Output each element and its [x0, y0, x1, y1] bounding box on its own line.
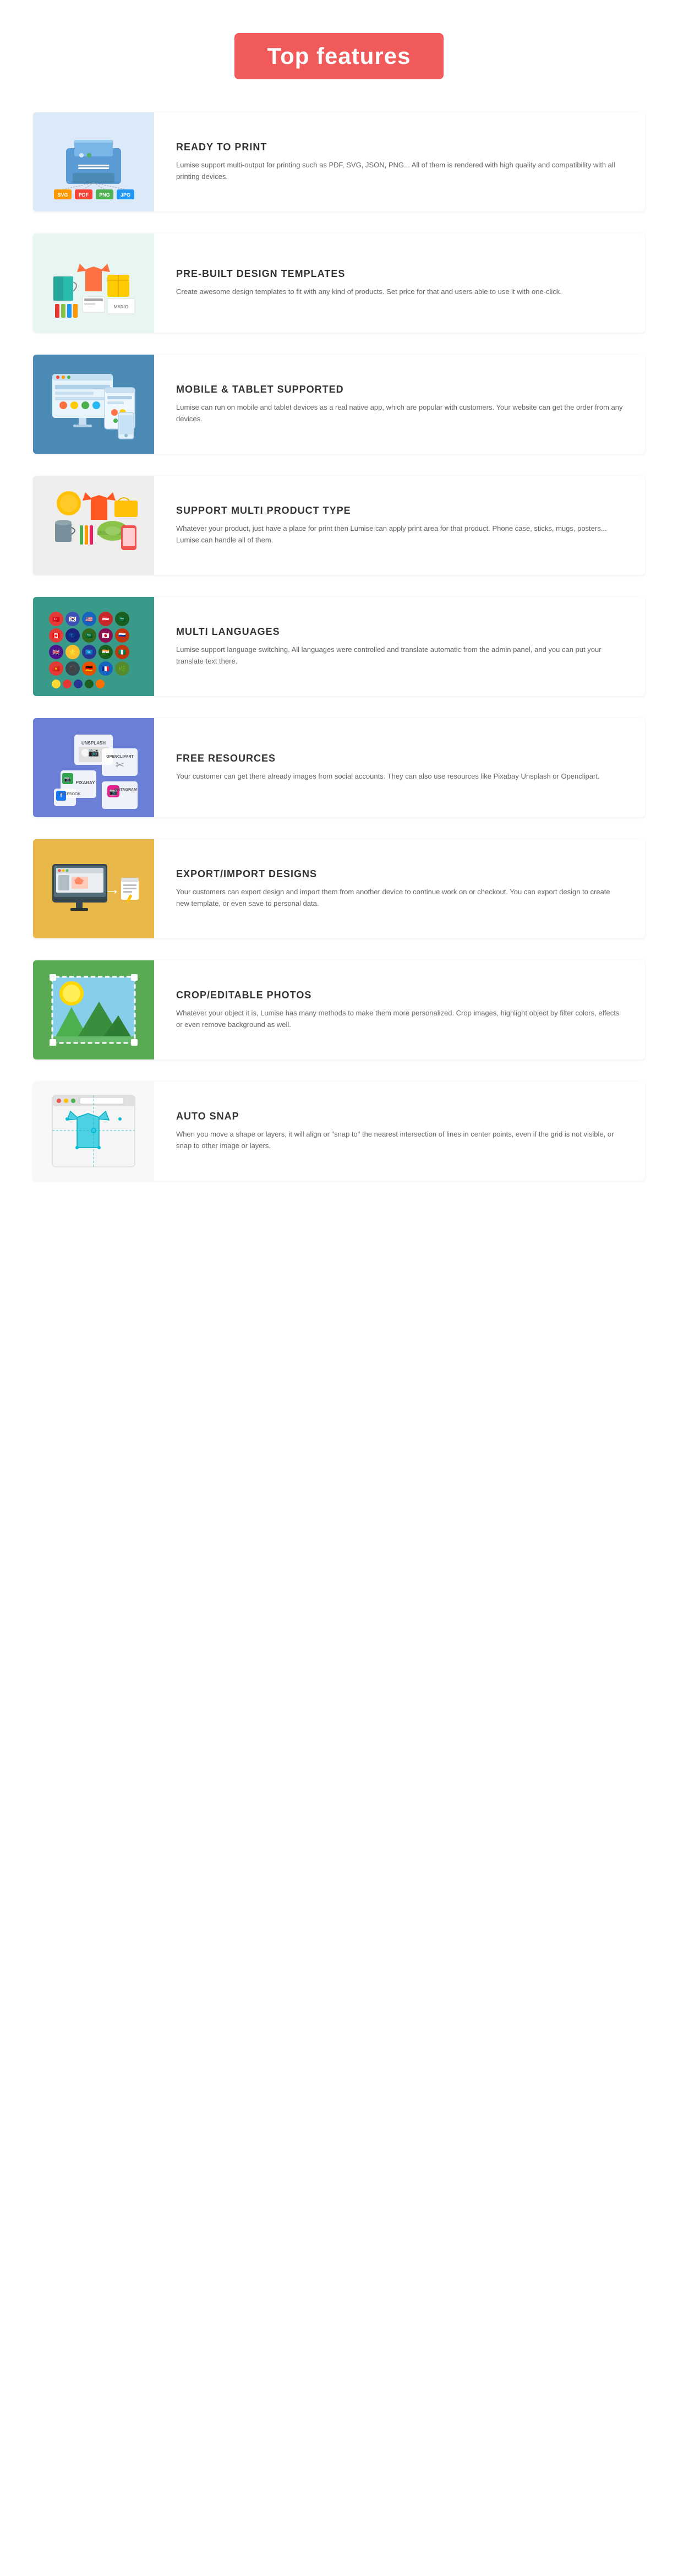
printer-illustration: SVG PDF PNG JPG [44, 118, 143, 206]
page-wrapper: Top features [0, 0, 678, 1236]
feature-image-templates: MARIO [33, 233, 154, 333]
feature-title: SUPPORT MULTI PRODUCT TYPE [176, 505, 623, 517]
snap-illustration [44, 1087, 143, 1175]
svg-text:🇩🇪: 🇩🇪 [85, 665, 93, 672]
svg-text:PDF: PDF [79, 192, 89, 198]
svg-text:✂: ✂ [116, 759, 125, 771]
feature-image-products [33, 476, 154, 575]
feature-content-snap: AUTO SNAP When you move a shape or layer… [154, 1094, 645, 1169]
svg-text:PNG: PNG [99, 192, 110, 198]
feature-title: EXPORT/IMPORT DESIGNS [176, 868, 623, 880]
feature-content-ready-to-print: READY TO PRINT Lumise support multi-outp… [154, 125, 645, 199]
feature-image-languages: 🇹🇷 🇰🇷 🇺🇸 🇦🇹 🇸🇦 🇨🇦 🇪🇺 🇸🇦 🇯🇵 🇷🇺 🇬🇧 ⭐ � [33, 597, 154, 696]
svg-text:OPENCLIPART: OPENCLIPART [106, 755, 134, 759]
feature-desc: Whatever your product, just have a place… [176, 523, 623, 546]
svg-text:🌿: 🌿 [118, 665, 126, 672]
feature-image-mobile [33, 355, 154, 454]
svg-text:🇫🇷: 🇫🇷 [102, 665, 110, 672]
svg-text:INSTAGRAM: INSTAGRAM [114, 788, 137, 792]
feature-desc: Your customers can export design and imp… [176, 887, 623, 910]
feature-image-snap [33, 1082, 154, 1181]
feature-title: MOBILE & TABLET SUPPORTED [176, 384, 623, 395]
feature-row: → EXPORT/IMPORT DESIGNS Your customers c… [33, 839, 645, 938]
feature-row: 🇹🇷 🇰🇷 🇺🇸 🇦🇹 🇸🇦 🇨🇦 🇪🇺 🇸🇦 🇯🇵 🇷🇺 🇬🇧 ⭐ � [33, 597, 645, 696]
feature-image-export: → [33, 839, 154, 938]
feature-row: CROP/EDITABLE PHOTOS Whatever your objec… [33, 960, 645, 1059]
feature-title: AUTO SNAP [176, 1111, 623, 1122]
svg-text:🇹🇷: 🇹🇷 [52, 616, 60, 623]
feature-title: MULTI LANGUAGES [176, 626, 623, 638]
svg-text:📷: 📷 [64, 776, 71, 782]
page-title: Top features [267, 43, 411, 69]
feature-content-mobile: MOBILE & TABLET SUPPORTED Lumise can run… [154, 367, 645, 442]
feature-content-resources: FREE RESOURCES Your customer can get the… [154, 736, 645, 799]
feature-desc: Lumise support multi-output for printing… [176, 160, 623, 183]
feature-content-export: EXPORT/IMPORT DESIGNS Your customers can… [154, 852, 645, 926]
feature-content-crop: CROP/EDITABLE PHOTOS Whatever your objec… [154, 973, 645, 1047]
mobile-illustration [44, 360, 143, 448]
svg-text:⚫: ⚫ [69, 665, 76, 672]
svg-text:MARIO: MARIO [114, 305, 128, 309]
feature-title: CROP/EDITABLE PHOTOS [176, 990, 623, 1001]
feature-title: FREE RESOURCES [176, 753, 623, 764]
svg-text:JPG: JPG [121, 192, 130, 198]
svg-text:🇦🇹: 🇦🇹 [102, 616, 110, 623]
templates-illustration: MARIO [44, 239, 143, 327]
feature-title: PRE-BUILT DESIGN TEMPLATES [176, 268, 623, 280]
feature-desc: Whatever your object it is, Lumise has m… [176, 1008, 623, 1031]
feature-row: SUPPORT MULTI PRODUCT TYPE Whatever your… [33, 476, 645, 575]
feature-image-ready-to-print: SVG PDF PNG JPG [33, 112, 154, 211]
feature-row: UNSPLASH 📷 OPENCLIPART ✂ 📷 PIXABAY [33, 718, 645, 817]
svg-text:SVG: SVG [57, 192, 68, 198]
feature-row: SVG PDF PNG JPG READY TO PRINT Lumise su… [33, 112, 645, 211]
svg-text:🇺🇳: 🇺🇳 [85, 649, 93, 656]
feature-row: AUTO SNAP When you move a shape or layer… [33, 1082, 645, 1181]
feature-image-resources: UNSPLASH 📷 OPENCLIPART ✂ 📷 PIXABAY [33, 718, 154, 817]
svg-text:🇷🇺: 🇷🇺 [118, 632, 126, 639]
feature-desc: Lumise support language switching. All l… [176, 644, 623, 667]
feature-content-languages: MULTI LANGUAGES Lumise support language … [154, 610, 645, 684]
feature-image-crop [33, 960, 154, 1059]
svg-text:🇯🇵: 🇯🇵 [102, 632, 110, 639]
feature-content-templates: PRE-BUILT DESIGN TEMPLATES Create awesom… [154, 252, 645, 314]
feature-row: MOBILE & TABLET SUPPORTED Lumise can run… [33, 355, 645, 454]
export-illustration: → [44, 845, 143, 933]
svg-text:🇬🇧: 🇬🇧 [52, 649, 60, 656]
flags-illustration: 🇹🇷 🇰🇷 🇺🇸 🇦🇹 🇸🇦 🇨🇦 🇪🇺 🇸🇦 🇯🇵 🇷🇺 🇬🇧 ⭐ � [44, 602, 143, 691]
svg-text:🇰🇷: 🇰🇷 [69, 616, 76, 623]
crop-illustration [44, 966, 143, 1054]
svg-text:🇺🇸: 🇺🇸 [85, 616, 93, 623]
svg-text:→: → [105, 881, 120, 898]
header-title-wrapper: Top features [234, 33, 444, 79]
svg-text:⭐: ⭐ [69, 649, 76, 656]
svg-text:📷: 📷 [88, 748, 99, 757]
feature-content-products: SUPPORT MULTI PRODUCT TYPE Whatever your… [154, 488, 645, 563]
resources-illustration: UNSPLASH 📷 OPENCLIPART ✂ 📷 PIXABAY [44, 724, 143, 812]
features-container: SVG PDF PNG JPG READY TO PRINT Lumise su… [0, 101, 678, 1236]
feature-title: READY TO PRINT [176, 142, 623, 153]
svg-text:🇨🇦: 🇨🇦 [52, 632, 60, 639]
svg-text:🇪🇺: 🇪🇺 [69, 632, 76, 639]
svg-text:🇸🇦: 🇸🇦 [85, 632, 93, 639]
svg-text:🇮🇳: 🇮🇳 [102, 649, 110, 656]
svg-text:🇻🇳: 🇻🇳 [52, 665, 60, 672]
feature-desc: Create awesome design templates to fit w… [176, 286, 623, 298]
feature-desc: Lumise can run on mobile and tablet devi… [176, 402, 623, 425]
header-section: Top features [0, 0, 678, 101]
feature-desc: When you move a shape or layers, it will… [176, 1129, 623, 1152]
svg-text:🇳🇬: 🇳🇬 [118, 649, 126, 656]
svg-text:FACEBOOK: FACEBOOK [59, 792, 81, 796]
svg-text:PIXABAY: PIXABAY [76, 780, 95, 785]
products-illustration [44, 481, 143, 569]
feature-row: MARIO PRE-BUILT DESIGN TEMPLATES Create … [33, 233, 645, 333]
feature-desc: Your customer can get there already imag… [176, 771, 623, 782]
svg-text:🇸🇦: 🇸🇦 [118, 616, 126, 623]
svg-text:UNSPLASH: UNSPLASH [81, 741, 106, 746]
